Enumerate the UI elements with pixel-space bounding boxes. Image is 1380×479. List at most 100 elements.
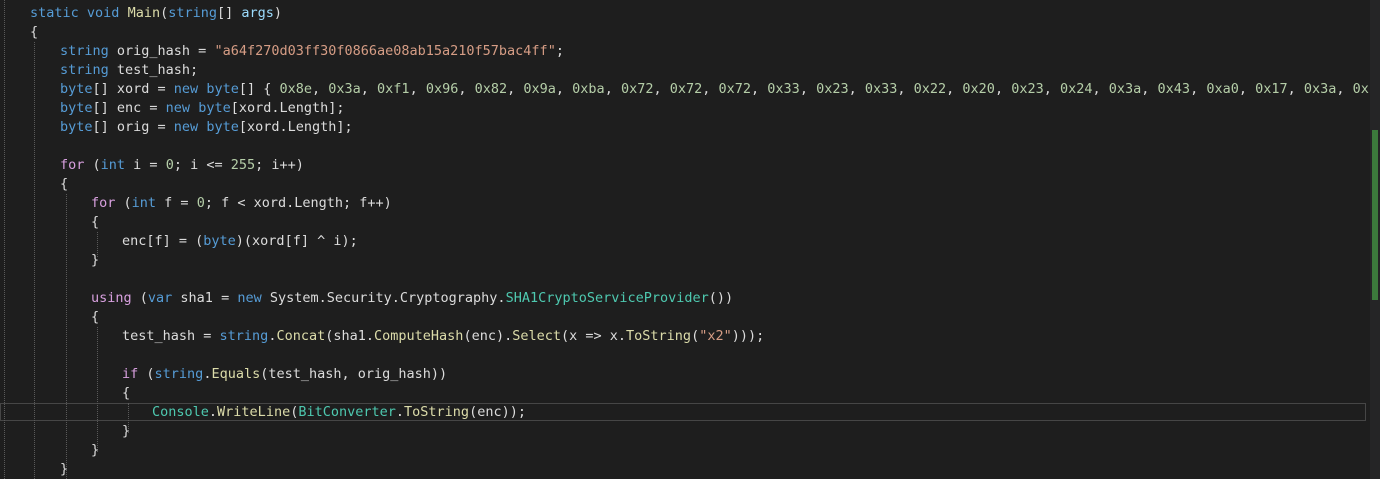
code-token: ; f < xord.Length; f++) xyxy=(204,195,392,211)
code-line[interactable]: } xyxy=(0,422,1366,441)
code-line-content: byte[] orig = new byte[xord.Length]; xyxy=(60,118,353,137)
code-token: 0x72 xyxy=(669,81,703,97)
code-token: 0x9a xyxy=(523,81,556,97)
code-token: enc[f] = ( xyxy=(122,233,204,249)
code-token: [] orig = xyxy=(92,119,174,135)
code-token: ; xyxy=(555,43,564,59)
code-token: new xyxy=(173,81,199,97)
code-token: { xyxy=(30,24,39,40)
code-token: [xord.Length]; xyxy=(230,100,345,116)
code-token: , xyxy=(1043,81,1060,97)
code-token: 0x43 xyxy=(1157,81,1191,97)
code-line[interactable]: byte[] enc = new byte[xord.Length]; xyxy=(0,99,1366,118)
code-line-content: } xyxy=(91,441,99,460)
code-token: ; i++) xyxy=(255,157,304,173)
code-line-content: { xyxy=(91,213,99,232)
vertical-scrollbar[interactable] xyxy=(1370,0,1380,479)
code-token: , xyxy=(1190,81,1207,97)
code-token: ToString xyxy=(404,404,470,420)
code-token: , xyxy=(799,81,817,97)
code-token: ( xyxy=(131,290,148,306)
code-line[interactable]: { xyxy=(0,308,1366,327)
code-line-content: { xyxy=(91,308,99,327)
code-token: } xyxy=(60,461,69,477)
code-token: } xyxy=(122,423,131,439)
code-line[interactable]: { xyxy=(0,175,1366,194)
code-token: new xyxy=(173,119,199,135)
code-token: 255 xyxy=(230,157,256,173)
code-token: ( xyxy=(84,157,101,173)
code-line[interactable]: } xyxy=(0,441,1366,460)
code-token: byte xyxy=(198,100,231,116)
code-line[interactable] xyxy=(0,346,1366,365)
code-token: , xyxy=(1092,81,1109,97)
code-line[interactable]: byte[] orig = new byte[xord.Length]; xyxy=(0,118,1366,137)
code-line-content: { xyxy=(122,384,130,403)
code-line[interactable] xyxy=(0,270,1366,289)
code-token: ComputeHash xyxy=(374,328,464,344)
code-token: 0x33 xyxy=(767,81,800,97)
code-line[interactable]: using (var sha1 = new System.Security.Cr… xyxy=(0,289,1366,308)
code-line[interactable]: { xyxy=(0,213,1366,232)
code-token: , xyxy=(653,81,670,97)
code-token: for xyxy=(91,195,116,211)
code-token: ( xyxy=(691,328,700,344)
code-token: 0x8e xyxy=(279,81,312,97)
code-token: (enc). xyxy=(463,328,513,344)
code-line[interactable]: } xyxy=(0,251,1366,270)
code-token: [] { xyxy=(238,81,280,97)
code-token: 0x82 xyxy=(474,81,508,97)
code-token: test_hash; xyxy=(108,62,199,78)
code-line-content: } xyxy=(122,422,130,441)
code-token: BitConverter xyxy=(298,404,396,420)
code-token: . xyxy=(395,404,405,420)
code-token: 0x72 xyxy=(718,81,752,97)
code-token: 0x3a xyxy=(328,81,361,97)
code-line[interactable]: } xyxy=(0,460,1366,479)
code-token: } xyxy=(91,252,100,268)
code-line[interactable]: string orig_hash = "a64f270d03ff30f0866a… xyxy=(0,42,1366,61)
code-token: , xyxy=(1141,81,1158,97)
code-line[interactable]: if (string.Equals(test_hash, orig_hash)) xyxy=(0,365,1366,384)
code-token: [] xord = xyxy=(92,81,174,97)
code-token: string xyxy=(60,62,109,78)
code-token: (test_hash, orig_hash)) xyxy=(260,366,448,382)
code-line[interactable]: { xyxy=(0,23,1366,42)
code-line-content: byte[] xord = new byte[] { 0x8e, 0x3a, 0… xyxy=(60,80,1380,99)
code-line[interactable]: for (int i = 0; i <= 255; i++) xyxy=(0,156,1366,175)
code-line[interactable]: for (int f = 0; f < xord.Length; f++) xyxy=(0,194,1366,213)
code-token: , xyxy=(1336,81,1353,97)
code-line-content: } xyxy=(60,460,68,479)
code-token: , xyxy=(409,81,426,97)
code-line[interactable]: { xyxy=(0,384,1366,403)
code-line-content: } xyxy=(91,251,99,270)
code-line[interactable]: static void Main(string[] args) xyxy=(0,4,1366,23)
code-token: { xyxy=(60,176,69,192)
code-line[interactable]: enc[f] = (byte)(xord[f] ^ i); xyxy=(0,232,1366,251)
code-token: { xyxy=(122,385,131,401)
code-token: Console xyxy=(152,404,209,420)
code-line-content: using (var sha1 = new System.Security.Cr… xyxy=(91,289,733,308)
code-token: for xyxy=(60,157,85,173)
code-token: , xyxy=(1238,81,1256,97)
code-token: [] xyxy=(217,5,242,21)
code-token: ( xyxy=(115,195,132,211)
code-token: , xyxy=(1287,81,1304,97)
code-line[interactable]: test_hash = string.Concat(sha1.ComputeHa… xyxy=(0,327,1366,346)
code-token: 0x24 xyxy=(1059,81,1093,97)
code-line[interactable]: string test_hash; xyxy=(0,61,1366,80)
code-line[interactable]: Console.WriteLine(BitConverter.ToString(… xyxy=(0,403,1366,422)
code-token: ))); xyxy=(731,328,765,344)
code-token: if xyxy=(122,366,139,382)
code-line-content: test_hash = string.Concat(sha1.ComputeHa… xyxy=(122,327,764,346)
code-line[interactable] xyxy=(0,137,1366,156)
code-token: 0x72 xyxy=(620,81,654,97)
code-token: new xyxy=(165,100,191,116)
code-editor[interactable]: static void Main(string[] args){string o… xyxy=(0,0,1380,479)
code-token: , xyxy=(946,81,963,97)
code-line[interactable]: byte[] xord = new byte[] { 0x8e, 0x3a, 0… xyxy=(0,80,1380,99)
code-token: 0x3a xyxy=(1108,81,1142,97)
code-token: ToString xyxy=(626,328,692,344)
code-line-content: for (int f = 0; f < xord.Length; f++) xyxy=(91,194,392,213)
